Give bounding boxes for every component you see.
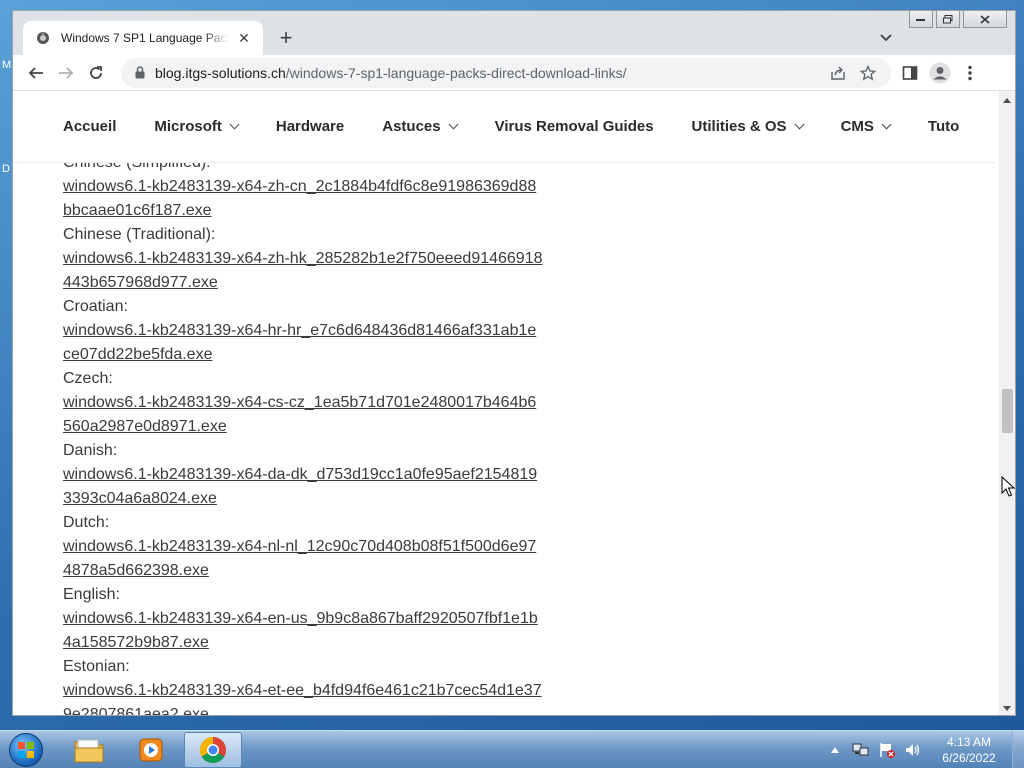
language-label: Czech:: [63, 370, 113, 387]
nav-item-astuces[interactable]: Astuces: [382, 118, 459, 135]
download-link[interactable]: windows6.1-kb2483139-x64-cs-cz_1ea5b71d7…: [63, 391, 543, 439]
list-item: Danish: windows6.1-kb2483139-x64-da-dk_d…: [63, 439, 543, 511]
download-link[interactable]: windows6.1-kb2483139-x64-nl-nl_12c90c70d…: [63, 535, 543, 583]
desktop-icon-label-fragment: M: [2, 59, 12, 71]
url-text[interactable]: blog.itgs-solutions.ch/windows-7-sp1-lan…: [155, 65, 823, 81]
nav-item-virus-removal-guides[interactable]: Virus Removal Guides: [495, 118, 654, 135]
scrollbar-thumb[interactable]: [1002, 389, 1013, 433]
download-link[interactable]: windows6.1-kb2483139-x64-hr-hr_e7c6d6484…: [63, 319, 543, 367]
scroll-down-arrow-icon[interactable]: [999, 701, 1015, 715]
download-link[interactable]: windows6.1-kb2483139-x64-da-dk_d753d19cc…: [63, 463, 543, 511]
language-label: Dutch:: [63, 514, 110, 531]
show-hidden-icons-arrow-icon[interactable]: [824, 739, 846, 761]
browser-toolbar: blog.itgs-solutions.ch/windows-7-sp1-lan…: [13, 55, 1015, 91]
page-scrollbar[interactable]: [999, 91, 1015, 715]
site-favicon-icon: [35, 30, 51, 46]
address-bar[interactable]: blog.itgs-solutions.ch/windows-7-sp1-lan…: [121, 57, 891, 88]
tab-title: Windows 7 SP1 Language Packs: [61, 31, 229, 45]
tab-close-icon[interactable]: ✕: [235, 29, 253, 47]
bookmark-star-icon[interactable]: [853, 58, 883, 88]
nav-item-label: Utilities & OS: [691, 118, 787, 135]
back-arrow-icon[interactable]: [21, 58, 51, 88]
new-tab-button[interactable]: +: [273, 25, 299, 51]
nav-item-label: Accueil: [63, 118, 117, 135]
browser-tab[interactable]: Windows 7 SP1 Language Packs ✕: [23, 21, 263, 55]
taskbar-google-chrome[interactable]: [184, 732, 242, 768]
nav-item-accueil[interactable]: Accueil: [63, 118, 116, 135]
reload-icon[interactable]: [81, 58, 111, 88]
chevron-down-icon: [229, 119, 240, 130]
nav-item-cms[interactable]: CMS: [840, 118, 892, 135]
download-link[interactable]: windows6.1-kb2483139-x64-zh-cn_2c1884b4f…: [63, 175, 543, 223]
restore-button[interactable]: [936, 11, 960, 28]
taskbar: 4:13 AM 6/26/2022: [0, 730, 1024, 768]
download-link[interactable]: windows6.1-kb2483139-x64-zh-hk_285282b1e…: [63, 247, 543, 295]
nav-item-label: Hardware: [275, 118, 345, 135]
chrome-icon: [199, 736, 227, 764]
list-item: English: windows6.1-kb2483139-x64-en-us_…: [63, 583, 543, 655]
list-item: Czech: windows6.1-kb2483139-x64-cs-cz_1e…: [63, 367, 543, 439]
lock-icon[interactable]: [133, 66, 147, 80]
browser-window: Windows 7 SP1 Language Packs ✕ + blog.it…: [12, 10, 1016, 716]
download-link[interactable]: windows6.1-kb2483139-x64-et-ee_b4fd94f6e…: [63, 679, 543, 715]
nav-item-utilities-os[interactable]: Utilities & OS: [691, 118, 805, 135]
taskbar-clock[interactable]: 4:13 AM 6/26/2022: [934, 734, 1004, 766]
url-path: /windows-7-sp1-language-packs-direct-dow…: [285, 64, 627, 81]
forward-arrow-icon[interactable]: [51, 58, 81, 88]
folder-icon: [74, 739, 104, 763]
download-link[interactable]: windows6.1-kb2483139-x64-en-us_9b9c8a867…: [63, 607, 543, 655]
network-icon[interactable]: [850, 739, 872, 761]
site-navigation: Accueil Microsoft Hardware Astuces Virus…: [13, 91, 995, 163]
scroll-up-arrow-icon[interactable]: [999, 93, 1015, 107]
language-label: Chinese (Traditional):: [63, 226, 216, 243]
nav-item-hardware[interactable]: Hardware: [276, 118, 344, 135]
taskbar-media-player[interactable]: [122, 732, 180, 768]
clock-date: 6/26/2022: [942, 751, 996, 765]
language-label: Croatian:: [63, 298, 128, 315]
window-controls: [909, 11, 1007, 28]
start-button[interactable]: [6, 732, 46, 768]
nav-item-label: Microsoft: [154, 118, 222, 135]
list-item: Estonian: windows6.1-kb2483139-x64-et-ee…: [63, 655, 543, 715]
nav-item-tuto[interactable]: Tuto: [928, 118, 959, 135]
nav-item-label: Astuces: [382, 118, 441, 135]
clock-time: 4:13 AM: [946, 735, 992, 749]
nav-item-label: CMS: [840, 118, 874, 135]
mouse-pointer-icon: [1001, 475, 1016, 503]
desktop-icon-label-fragment: D: [2, 163, 10, 175]
list-item: Croatian: windows6.1-kb2483139-x64-hr-hr…: [63, 295, 543, 367]
tab-search-chevron-icon[interactable]: [873, 25, 899, 51]
chevron-down-icon: [448, 119, 459, 130]
system-tray: 4:13 AM 6/26/2022: [822, 731, 1024, 768]
chevron-down-icon: [794, 119, 805, 130]
language-label: English:: [63, 586, 120, 603]
language-label: Danish:: [63, 442, 118, 459]
list-item: Chinese (Traditional): windows6.1-kb2483…: [63, 223, 543, 295]
tab-strip: Windows 7 SP1 Language Packs ✕ +: [13, 11, 1015, 55]
page-viewport: Chinese (Simplified): windows6.1-kb24831…: [13, 91, 1015, 715]
action-center-flag-icon[interactable]: [876, 739, 898, 761]
nav-item-label: Virus Removal Guides: [494, 118, 654, 135]
windows-logo-icon: [9, 733, 43, 767]
download-list: Chinese (Simplified): windows6.1-kb24831…: [63, 151, 543, 715]
media-player-icon: [139, 738, 163, 762]
nav-item-label: Tuto: [927, 118, 960, 135]
kebab-menu-icon[interactable]: [955, 58, 985, 88]
list-item: Dutch: windows6.1-kb2483139-x64-nl-nl_12…: [63, 511, 543, 583]
show-desktop-button[interactable]: [1012, 731, 1024, 768]
language-label: Estonian:: [63, 658, 130, 675]
taskbar-windows-explorer[interactable]: [60, 732, 118, 768]
side-panel-icon[interactable]: [895, 58, 925, 88]
close-window-button[interactable]: [963, 11, 1007, 28]
url-host: blog.itgs-solutions.ch: [155, 64, 286, 81]
nav-item-microsoft[interactable]: Microsoft: [154, 118, 240, 135]
minimize-button[interactable]: [909, 11, 933, 28]
chevron-down-icon: [881, 119, 892, 130]
volume-speaker-icon[interactable]: [902, 739, 924, 761]
share-icon[interactable]: [823, 58, 853, 88]
profile-avatar-icon[interactable]: [925, 58, 955, 88]
